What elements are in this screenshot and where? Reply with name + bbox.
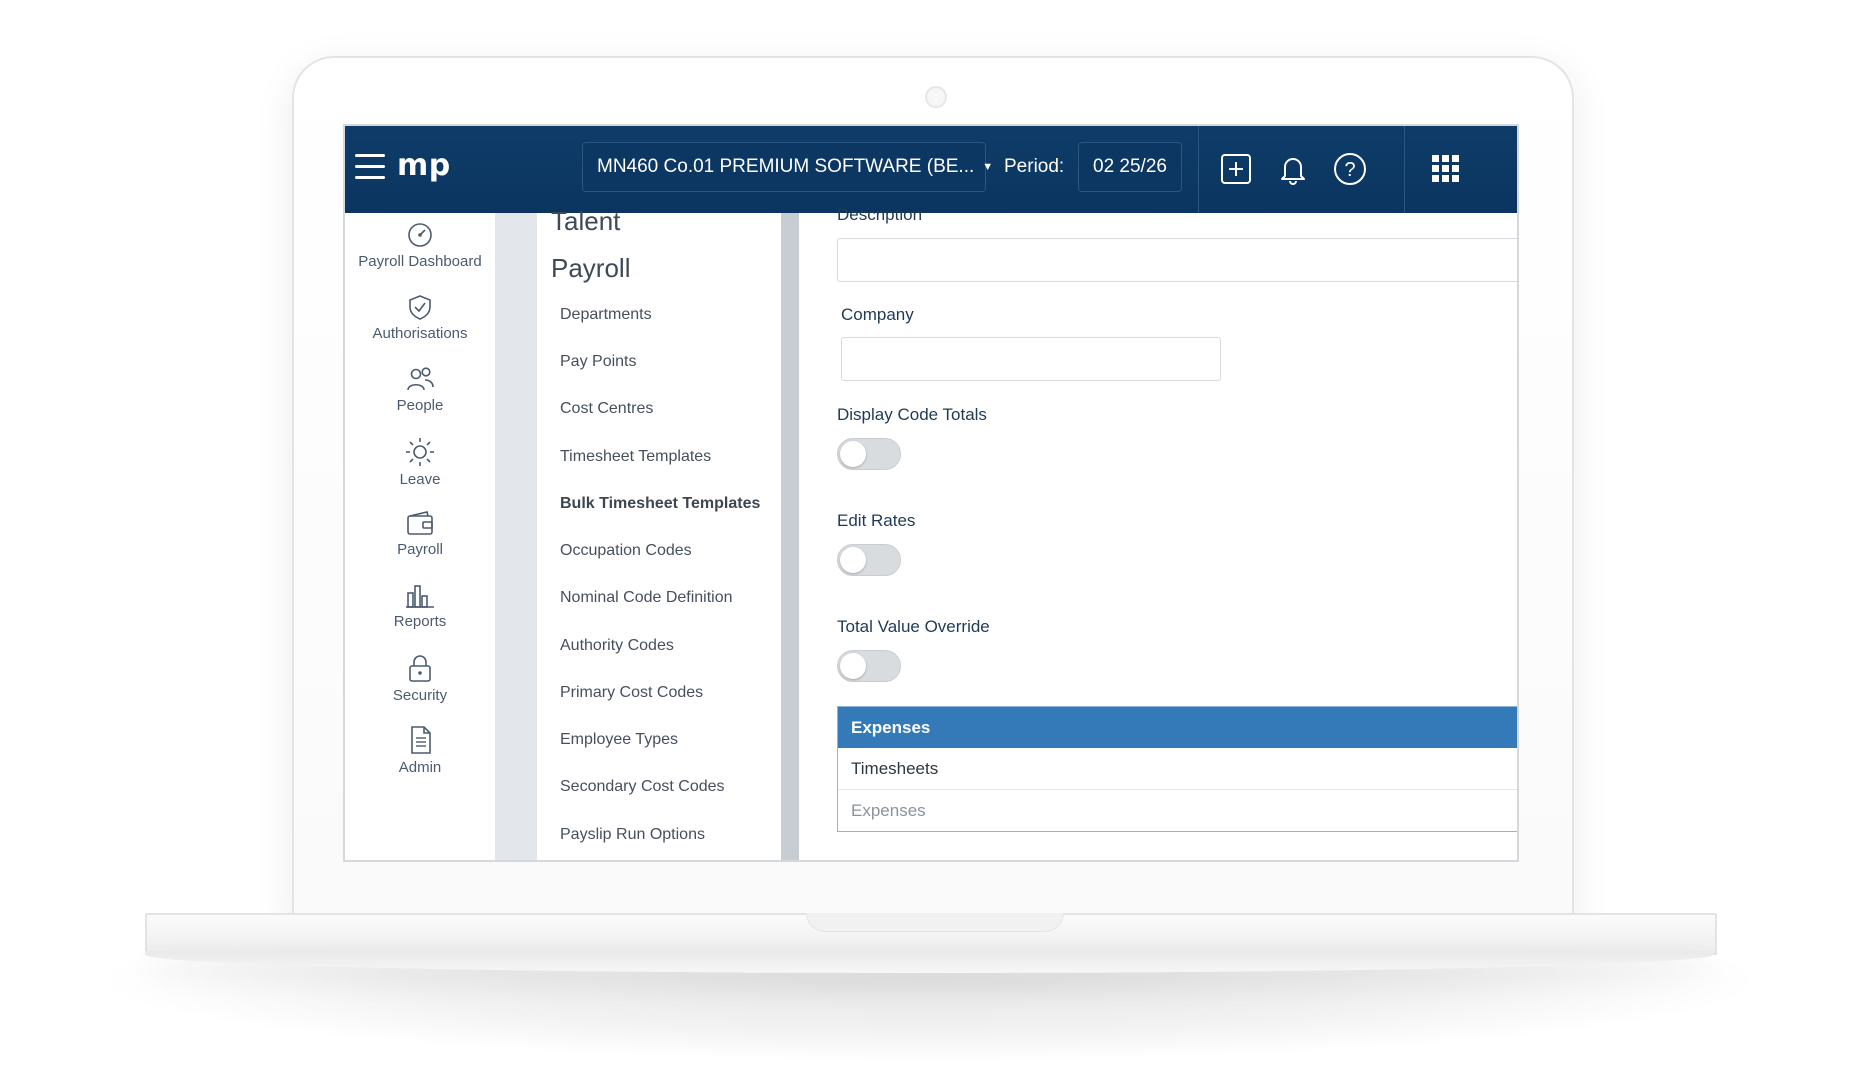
total-value-override-toggle[interactable] xyxy=(837,650,901,682)
submenu-item-pay-points[interactable]: Pay Points xyxy=(560,353,636,371)
plus-square-icon[interactable] xyxy=(1215,148,1257,190)
sun-icon xyxy=(406,438,434,466)
section-heading-talent[interactable]: Talent xyxy=(551,206,620,237)
edit-rates-label: Edit Rates xyxy=(837,511,916,530)
nav-label: Leave xyxy=(399,471,441,488)
description-field[interactable] xyxy=(837,238,1517,282)
submenu-item-cost-centres[interactable]: Cost Centres xyxy=(560,400,653,418)
nav-admin[interactable]: Admin xyxy=(345,725,495,776)
bar-chart-icon xyxy=(406,585,434,608)
submenu-item-primary-cost-codes[interactable]: Primary Cost Codes xyxy=(560,684,703,702)
nav-label: Authorisations xyxy=(372,325,468,342)
company-selector[interactable]: MN460 Co.01 PREMIUM SOFTWARE (BE... ▼ xyxy=(582,142,993,192)
app-logo[interactable]: mp xyxy=(397,148,451,183)
apps-grid-icon[interactable] xyxy=(1425,148,1467,190)
nav-label: People xyxy=(396,397,444,414)
nav-label: Admin xyxy=(398,759,442,776)
submenu-item-departments[interactable]: Departments xyxy=(560,306,652,324)
submenu-scrollbar[interactable] xyxy=(781,213,799,860)
dropdown-option-expenses[interactable]: Expenses xyxy=(838,707,1517,748)
nav-reports[interactable]: Reports xyxy=(345,581,495,630)
company-selector-value: MN460 Co.01 PREMIUM SOFTWARE (BE... xyxy=(597,156,975,177)
wallet-icon xyxy=(407,511,433,535)
shield-check-icon xyxy=(409,295,431,320)
top-bar: mp MN460 Co.01 PREMIUM SOFTWARE (BE... ▼… xyxy=(345,126,1517,213)
nav-label: Payroll xyxy=(397,541,443,558)
laptop-notch xyxy=(806,913,1064,932)
type-dropdown[interactable]: Expenses Timesheets Expenses ▲ xyxy=(837,706,1517,832)
help-icon[interactable]: ? xyxy=(1329,148,1371,190)
topbar-divider xyxy=(1198,126,1199,213)
nav-leave[interactable]: Leave xyxy=(345,437,495,488)
display-code-totals-toggle[interactable] xyxy=(837,438,901,470)
description-label: Description xyxy=(837,205,923,224)
main-form: Description Company Display Code Totals … xyxy=(799,205,1517,860)
period-label: Period: xyxy=(1004,156,1065,177)
section-heading-payroll[interactable]: Payroll xyxy=(551,253,630,284)
total-value-override-label: Total Value Override xyxy=(837,617,990,636)
submenu-item-occupation-codes[interactable]: Occupation Codes xyxy=(560,542,692,560)
nav-label: Security xyxy=(392,687,448,704)
company-field[interactable] xyxy=(841,337,1221,381)
topbar-divider xyxy=(1404,126,1405,213)
toggle-knob xyxy=(840,547,866,573)
submenu-item-authority-codes[interactable]: Authority Codes xyxy=(560,637,674,655)
display-code-totals-label: Display Code Totals xyxy=(837,405,987,424)
chevron-down-icon: ▼ xyxy=(982,161,994,173)
payroll-submenu: Talent Payroll Departments Pay Points Co… xyxy=(537,206,781,860)
dropdown-option-timesheets[interactable]: Timesheets xyxy=(838,748,1517,789)
nav-label: Payroll Dashboard xyxy=(358,253,482,270)
type-select[interactable]: Expenses ▲ xyxy=(838,789,1517,831)
people-icon xyxy=(407,367,434,391)
toggle-knob xyxy=(840,441,866,467)
hamburger-menu-icon[interactable] xyxy=(355,154,385,180)
submenu-item-bulk-timesheet-templates[interactable]: Bulk Timesheet Templates xyxy=(560,495,760,513)
type-select-value: Expenses xyxy=(851,801,926,820)
submenu-item-timesheet-templates[interactable]: Timesheet Templates xyxy=(560,448,711,466)
nav-payroll[interactable]: Payroll xyxy=(345,509,495,558)
nav-security[interactable]: Security xyxy=(345,653,495,704)
nav-authorisations[interactable]: Authorisations xyxy=(345,293,495,342)
submenu-item-employee-types[interactable]: Employee Types xyxy=(560,731,678,749)
lock-icon xyxy=(409,655,431,682)
period-selector[interactable]: 02 25/26 xyxy=(1078,142,1182,192)
nav-label: Reports xyxy=(393,613,447,630)
gauge-icon xyxy=(408,223,432,247)
nav-people[interactable]: People xyxy=(345,365,495,414)
edit-rates-toggle[interactable] xyxy=(837,544,901,576)
svg-text:?: ? xyxy=(1344,159,1355,181)
app-screen: mp MN460 Co.01 PREMIUM SOFTWARE (BE... ▼… xyxy=(343,124,1519,862)
icon-sidebar: Payroll Dashboard Authorisations People … xyxy=(345,213,495,860)
company-label: Company xyxy=(841,305,914,324)
laptop-camera xyxy=(925,86,947,108)
bell-icon[interactable] xyxy=(1272,148,1314,190)
sidebar-gutter xyxy=(495,213,537,860)
submenu-item-nominal-code-definition[interactable]: Nominal Code Definition xyxy=(560,589,733,607)
document-icon xyxy=(411,726,431,754)
submenu-item-payslip-run-options[interactable]: Payslip Run Options xyxy=(560,826,705,844)
submenu-item-secondary-cost-codes[interactable]: Secondary Cost Codes xyxy=(560,778,725,796)
toggle-knob xyxy=(840,653,866,679)
nav-payroll-dashboard[interactable]: Payroll Dashboard xyxy=(345,221,495,270)
